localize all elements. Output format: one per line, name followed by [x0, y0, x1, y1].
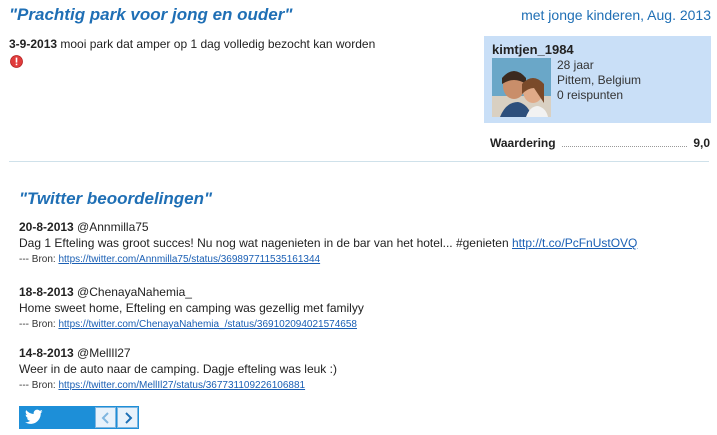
- tweet-source-link[interactable]: https://twitter.com/Annmilla75/status/36…: [58, 254, 320, 265]
- twitter-section-title: "Twitter beoordelingen": [19, 189, 213, 208]
- review-body: 3-9-2013 mooi park dat amper op 1 dag vo…: [9, 36, 449, 52]
- tweet-text: Home sweet home, Efteling en camping was…: [19, 301, 364, 315]
- reviewer-location: Pittem, Belgium: [557, 73, 642, 87]
- tweet-item: 14-8-2013 @MellIl27 Weer in de auto naar…: [19, 345, 699, 393]
- tweet-item: 18-8-2013 @ChenayaNahemia_ Home sweet ho…: [19, 284, 699, 332]
- chevron-left-icon: [101, 411, 109, 424]
- tweet-handle: @ChenayaNahemia_: [73, 285, 192, 299]
- next-button[interactable]: [117, 407, 138, 428]
- review-text: mooi park dat amper op 1 dag volledig be…: [57, 37, 376, 51]
- twitter-bird-icon: [25, 409, 43, 424]
- source-label: --- Bron:: [19, 380, 59, 391]
- rating-value: 9,0: [693, 136, 710, 150]
- tweet-date: 18-8-2013: [19, 285, 74, 299]
- tweet-text: Dag 1 Efteling was groot succes! Nu nog …: [19, 236, 512, 250]
- tweet-handle: @MellIl27: [73, 346, 131, 360]
- review-title: "Prachtig park voor jong en ouder": [9, 5, 293, 24]
- chevron-right-icon: [124, 411, 132, 424]
- section-divider: [9, 161, 709, 162]
- reviewer-profile: kimtjen_1984 28 jaar Pittem, Belgium 0 r…: [484, 36, 711, 123]
- prev-button[interactable]: [95, 407, 116, 428]
- alert-icon[interactable]: [10, 55, 23, 68]
- reviewer-age: 28 jaar: [557, 58, 594, 72]
- review-meta: met jonge kinderen, Aug. 2013: [521, 7, 711, 23]
- tweet-item: 20-8-2013 @Annmilla75 Dag 1 Efteling was…: [19, 219, 699, 267]
- twitter-bar: [19, 406, 139, 429]
- rating-row: Waardering 9,0: [490, 136, 710, 150]
- tweet-date: 20-8-2013: [19, 220, 74, 234]
- source-label: --- Bron:: [19, 319, 59, 330]
- reviewer-username[interactable]: kimtjen_1984: [492, 42, 574, 57]
- tweet-link[interactable]: http://t.co/PcFnUstOVQ: [512, 236, 637, 250]
- source-label: --- Bron:: [19, 254, 59, 265]
- tweet-source-link[interactable]: https://twitter.com/ChenayaNahemia_/stat…: [58, 319, 357, 330]
- avatar[interactable]: [492, 58, 551, 117]
- rating-label: Waardering: [490, 136, 556, 150]
- tweet-text: Weer in de auto naar de camping. Dagje e…: [19, 362, 337, 376]
- tweet-date: 14-8-2013: [19, 346, 74, 360]
- tweet-handle: @Annmilla75: [73, 220, 149, 234]
- tweet-source-link[interactable]: https://twitter.com/MellIl27/status/3677…: [58, 380, 305, 391]
- reviewer-points: 0 reispunten: [557, 88, 624, 102]
- review-date: 3-9-2013: [9, 37, 58, 51]
- rating-dots: [561, 146, 688, 147]
